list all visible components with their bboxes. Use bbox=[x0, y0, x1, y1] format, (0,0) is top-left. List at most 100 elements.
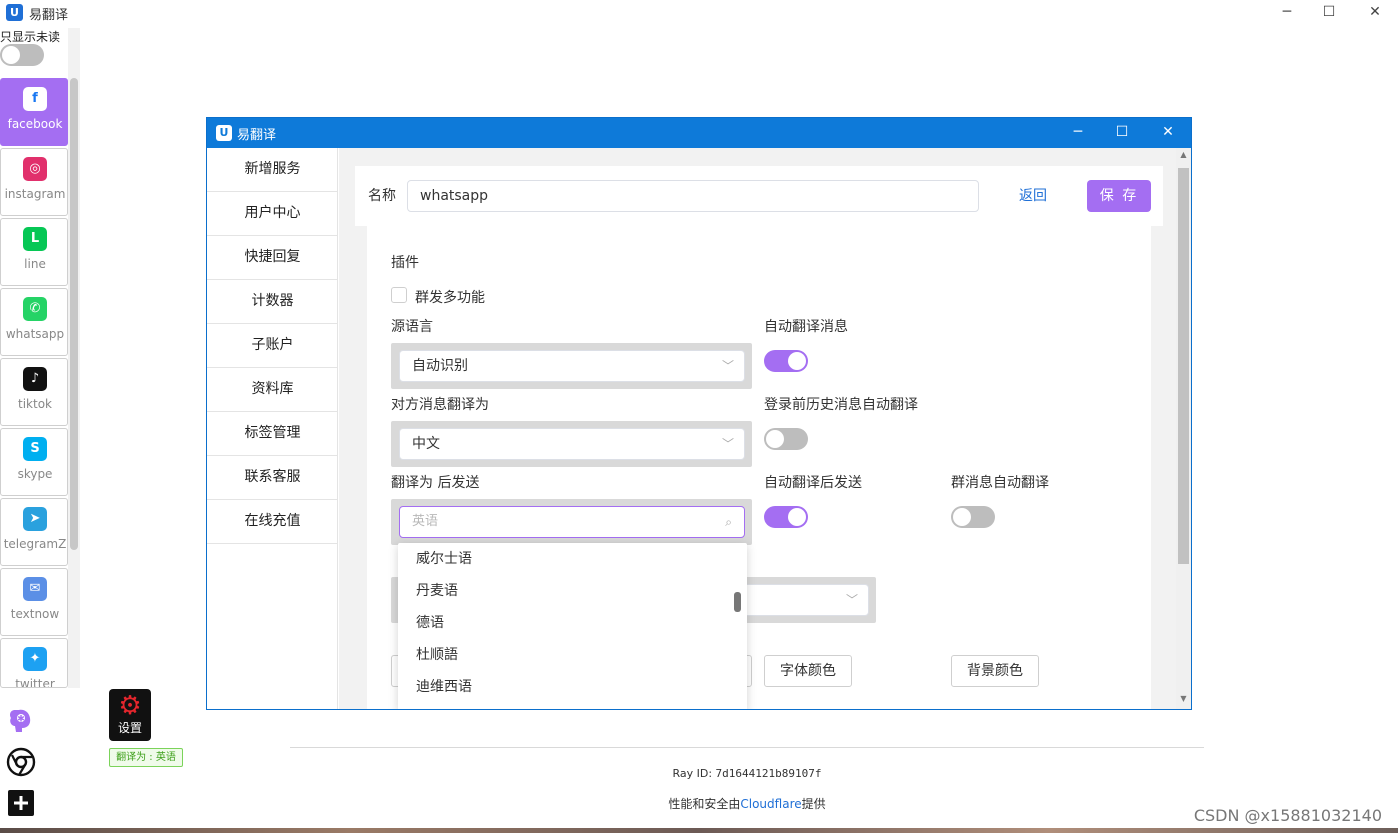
tiktok-icon: ♪ bbox=[23, 367, 47, 391]
app-title: 易翻译 bbox=[29, 8, 69, 23]
source-language-label: 源语言 bbox=[391, 319, 433, 335]
unread-only-label: 只显示未读 bbox=[0, 30, 61, 44]
ray-id: Ray ID: 7d1644121b89107f bbox=[0, 767, 1398, 780]
history-translate-label: 登录前历史消息自动翻译 bbox=[764, 397, 918, 413]
settings-button[interactable]: ⚙ 设置 bbox=[109, 689, 151, 741]
platform-textnow[interactable]: ✉ textnow bbox=[0, 568, 68, 636]
platform-instagram[interactable]: ◎ instagram bbox=[0, 148, 68, 216]
back-link[interactable]: 返回 bbox=[1019, 185, 1047, 205]
menu-item-counter[interactable]: 计数器 bbox=[207, 280, 338, 324]
dialog-maximize-button[interactable]: ☐ bbox=[1099, 118, 1145, 148]
platform-label: tiktok bbox=[18, 397, 52, 411]
cloudflare-link[interactable]: Cloudflare bbox=[740, 797, 801, 811]
perf-prefix: 性能和安全由 bbox=[668, 797, 741, 811]
platform-line[interactable]: L line bbox=[0, 218, 68, 286]
gear-icon: ⚙ bbox=[118, 691, 142, 721]
name-input[interactable]: whatsapp bbox=[407, 180, 979, 212]
scroll-up-icon[interactable]: ▲ bbox=[1176, 150, 1191, 159]
content-scroll-thumb[interactable] bbox=[1178, 168, 1189, 564]
twitter-icon: ✦ bbox=[23, 647, 47, 671]
performance-note: 性能和安全由Cloudflare提供 bbox=[0, 795, 1398, 812]
source-language-select[interactable]: 自动识别 ﹀ bbox=[399, 350, 745, 382]
close-button[interactable]: ✕ bbox=[1352, 0, 1398, 26]
send-translate-placeholder: 英语 bbox=[412, 514, 439, 529]
save-button[interactable]: 保 存 bbox=[1087, 180, 1151, 212]
dropdown-option[interactable]: 威尔士语 bbox=[398, 543, 738, 575]
service-header: 名称 whatsapp 返回 保 存 bbox=[355, 166, 1163, 226]
textnow-icon: ✉ bbox=[23, 577, 47, 601]
menu-item-contact-support[interactable]: 联系客服 bbox=[207, 456, 338, 500]
menu-item-add-service[interactable]: 新增服务 bbox=[207, 148, 338, 192]
font-color-button[interactable]: 字体颜色 bbox=[764, 655, 852, 687]
auto-translate-msg-label: 自动翻译消息 bbox=[764, 319, 848, 335]
platform-label: telegramZ bbox=[3, 537, 67, 551]
platform-label: skype bbox=[17, 467, 53, 481]
ray-id-value: 7d1644121b89107f bbox=[715, 767, 822, 780]
app-logo-icon: U bbox=[216, 125, 232, 141]
auto-translate-msg-toggle[interactable] bbox=[764, 350, 808, 372]
watermark: CSDN @x15881032140 bbox=[1193, 806, 1382, 825]
dialog-close-button[interactable]: ✕ bbox=[1145, 118, 1191, 148]
toggle-knob bbox=[766, 430, 784, 448]
platform-whatsapp[interactable]: ✆ whatsapp bbox=[0, 288, 68, 356]
group-auto-translate-toggle[interactable] bbox=[951, 506, 995, 528]
telegram-icon: ➤ bbox=[23, 507, 47, 531]
perf-suffix: 提供 bbox=[801, 797, 826, 811]
source-language-value: 自动识别 bbox=[412, 358, 468, 374]
dropdown-scrollbar[interactable] bbox=[734, 592, 741, 612]
platform-twitter[interactable]: ✦ twitter bbox=[0, 638, 68, 688]
search-icon: ⌕ bbox=[725, 515, 732, 529]
platform-tiktok[interactable]: ♪ tiktok bbox=[0, 358, 68, 426]
dropdown-option[interactable]: 杜顺語 bbox=[398, 639, 738, 671]
minimize-button[interactable]: ─ bbox=[1264, 0, 1310, 26]
peer-translate-value: 中文 bbox=[412, 436, 440, 452]
platform-label: line bbox=[24, 257, 46, 271]
background-color-button[interactable]: 背景颜色 bbox=[951, 655, 1039, 687]
dialog-minimize-button[interactable]: ─ bbox=[1055, 118, 1101, 148]
auto-send-toggle[interactable] bbox=[764, 506, 808, 528]
dropdown-option[interactable]: 迪维西语 bbox=[398, 671, 738, 703]
platform-label: instagram bbox=[4, 187, 66, 201]
language-dropdown: 威尔士语 丹麦语 德语 杜顺語 迪维西语 bbox=[398, 543, 747, 709]
content-scrollbar[interactable]: ▲ ▼ bbox=[1176, 148, 1191, 709]
toggle-knob bbox=[953, 508, 971, 526]
chevron-down-icon: ﹀ bbox=[845, 593, 858, 607]
menu-item-user-center[interactable]: 用户中心 bbox=[207, 192, 338, 236]
history-translate-toggle[interactable] bbox=[764, 428, 808, 450]
maximize-button[interactable]: ☐ bbox=[1306, 0, 1352, 26]
platform-facebook[interactable]: f facebook bbox=[0, 78, 68, 146]
dialog-title: 易翻译 bbox=[237, 128, 277, 143]
settings-content: 名称 whatsapp 返回 保 存 插件 群发多功能 源语言 自动识别 ﹀ 自动… bbox=[339, 148, 1176, 709]
menu-item-recharge[interactable]: 在线充值 bbox=[207, 500, 338, 544]
settings-dialog: U 易翻译 ─ ☐ ✕ 新增服务 用户中心 快捷回复 计数器 子账户 资料库 标… bbox=[206, 117, 1192, 710]
background-image-strip bbox=[0, 828, 1398, 833]
brain-icon[interactable]: ✱ bbox=[6, 706, 36, 736]
dialog-title-bar: U 易翻译 ─ ☐ ✕ bbox=[207, 118, 1191, 148]
platform-telegramz[interactable]: ➤ telegramZ bbox=[0, 498, 68, 566]
chevron-down-icon: ﹀ bbox=[721, 437, 734, 451]
peer-translate-label: 对方消息翻译为 bbox=[391, 397, 489, 413]
dropdown-option[interactable]: 德语 bbox=[398, 607, 738, 639]
skype-icon: S bbox=[23, 437, 47, 461]
plugins-label: 插件 bbox=[391, 255, 419, 271]
scroll-down-icon[interactable]: ▼ bbox=[1176, 694, 1191, 703]
peer-translate-select[interactable]: 中文 ﹀ bbox=[399, 428, 745, 460]
menu-item-quick-reply[interactable]: 快捷回复 bbox=[207, 236, 338, 280]
group-send-checkbox[interactable] bbox=[391, 287, 407, 303]
menu-item-library[interactable]: 资料库 bbox=[207, 368, 338, 412]
dropdown-option[interactable]: 丹麦语 bbox=[398, 575, 738, 607]
facebook-icon: f bbox=[23, 87, 47, 111]
menu-item-tag-management[interactable]: 标签管理 bbox=[207, 412, 338, 456]
menu-item-sub-account[interactable]: 子账户 bbox=[207, 324, 338, 368]
whatsapp-icon: ✆ bbox=[23, 297, 47, 321]
sidebar-scrollbar[interactable] bbox=[70, 78, 78, 550]
ray-id-label: Ray ID: bbox=[672, 767, 716, 780]
platform-skype[interactable]: S skype bbox=[0, 428, 68, 496]
platform-label: twitter bbox=[15, 677, 55, 688]
group-auto-translate-label: 群消息自动翻译 bbox=[951, 475, 1049, 491]
unread-only-toggle[interactable] bbox=[0, 44, 44, 66]
send-translate-search[interactable]: 英语 ⌕ bbox=[399, 506, 745, 538]
toggle-knob bbox=[788, 508, 806, 526]
svg-text:✱: ✱ bbox=[17, 715, 25, 725]
main-title-bar: U 易翻译 ─ ☐ ✕ bbox=[0, 0, 1398, 26]
